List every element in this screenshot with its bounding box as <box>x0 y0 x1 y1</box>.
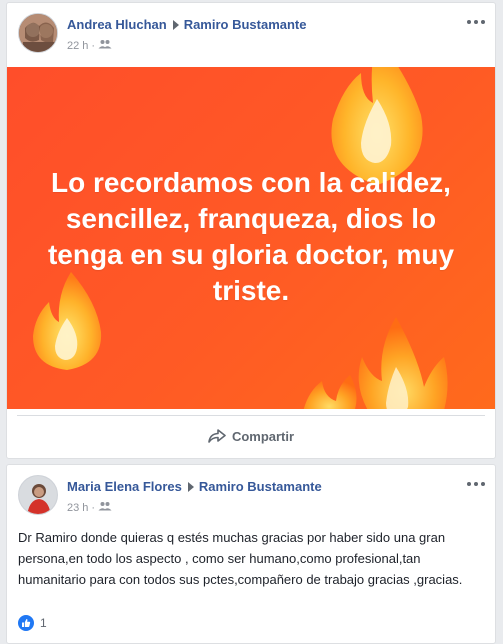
friends-icon[interactable] <box>98 39 112 52</box>
separator-dot: · <box>91 501 96 514</box>
post-meta: 23 h · <box>67 501 112 514</box>
more-options-icon[interactable] <box>467 479 485 489</box>
friends-icon[interactable] <box>98 501 112 514</box>
target-name[interactable]: Ramiro Bustamante <box>184 17 307 32</box>
post-author-line: Andrea Hluchan Ramiro Bustamante <box>67 17 307 32</box>
flame-icon <box>303 317 448 409</box>
post-card: Andrea Hluchan Ramiro Bustamante 22 h · <box>6 2 496 459</box>
like-count: 1 <box>40 616 47 630</box>
author-name[interactable]: Andrea Hluchan <box>67 17 167 32</box>
target-name[interactable]: Ramiro Bustamante <box>199 479 322 494</box>
timestamp[interactable]: 22 h <box>67 40 88 52</box>
post-header: Andrea Hluchan Ramiro Bustamante 22 h · <box>7 3 495 63</box>
author-name[interactable]: Maria Elena Flores <box>67 479 182 494</box>
post-body: Dr Ramiro donde quieras q estés muchas g… <box>18 530 463 587</box>
share-button[interactable]: Compartir <box>208 429 294 444</box>
share-label: Compartir <box>231 428 295 444</box>
post-actions: Compartir <box>17 415 485 456</box>
avatar[interactable] <box>18 13 58 53</box>
separator-dot: · <box>91 39 96 52</box>
post-meta: 22 h · <box>67 39 112 52</box>
share-icon <box>208 429 226 443</box>
timestamp[interactable]: 23 h <box>67 502 88 514</box>
post-author-line: Maria Elena Flores Ramiro Bustamante <box>67 479 322 494</box>
post-card: Maria Elena Flores Ramiro Bustamante 23 … <box>6 464 496 644</box>
reactions-summary[interactable]: 1 <box>18 615 47 631</box>
post-header: Maria Elena Flores Ramiro Bustamante 23 … <box>7 465 495 525</box>
banner-text: Lo recordamos con la calidez, sencillez,… <box>47 167 455 306</box>
more-options-icon[interactable] <box>467 17 485 27</box>
arrow-right-icon <box>172 19 179 30</box>
like-icon <box>18 615 34 631</box>
avatar[interactable] <box>18 475 58 515</box>
post-banner[interactable]: Lo recordamos con la calidez, sencillez,… <box>7 67 495 409</box>
arrow-right-icon <box>187 481 194 492</box>
